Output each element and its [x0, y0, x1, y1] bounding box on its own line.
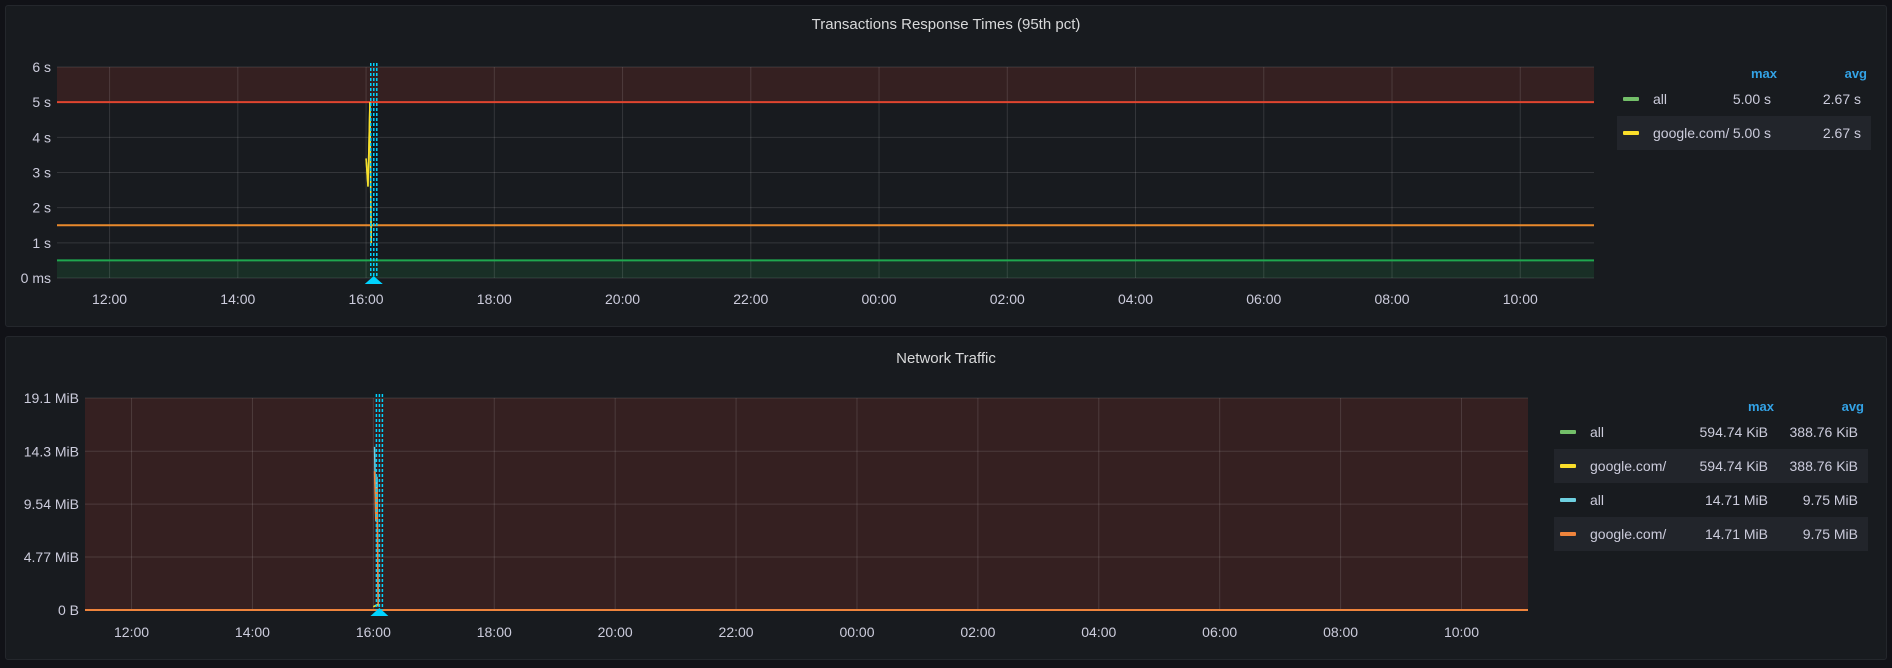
legend-max-value: 14.71 MiB: [1704, 526, 1768, 542]
legend-max-value: 5.00 s: [1732, 125, 1771, 141]
threshold-region: [57, 260, 1594, 278]
y-tick-label: 4.77 MiB: [24, 549, 79, 565]
series-color-swatch[interactable]: [1560, 532, 1576, 536]
x-tick-label: 18:00: [477, 291, 512, 307]
legend-avg-value: 2.67 s: [1822, 125, 1861, 141]
legend-series-name[interactable]: google.com/: [1590, 517, 1666, 551]
response-times-chart[interactable]: 0 ms 1 s 2 s 3 s 4 s 5 s 6 s 12:00 14:00 16:00 18:…: [6, 6, 1886, 326]
y-tick-label: 5 s: [32, 94, 51, 110]
legend-series-name[interactable]: all: [1590, 415, 1604, 449]
panel-network-traffic: Network Traffic 0 B 4.77 MiB 9.54 MiB 14.3 …: [5, 336, 1887, 660]
y-tick-label: 6 s: [32, 59, 51, 75]
x-tick-label: 16:00: [349, 291, 384, 307]
legend-avg-value: 9.75 MiB: [1802, 526, 1858, 542]
x-tick-label: 08:00: [1323, 624, 1358, 640]
y-tick-label: 9.54 MiB: [24, 496, 79, 512]
x-tick-label: 00:00: [839, 624, 874, 640]
y-tick-label: 3 s: [32, 165, 51, 181]
legend-item[interactable]: all 14.71 MiB 9.75 MiB: [1554, 483, 1868, 517]
y-tick-label: 0 B: [58, 602, 79, 618]
y-tick-label: 1 s: [32, 235, 51, 251]
series-color-swatch[interactable]: [1623, 131, 1639, 135]
panel-response-times: Transactions Response Times (95th pct) 0…: [5, 5, 1887, 327]
x-tick-label: 10:00: [1444, 624, 1479, 640]
x-tick-label: 10:00: [1503, 291, 1538, 307]
legend-avg-value: 9.75 MiB: [1802, 492, 1858, 508]
legend-header-max[interactable]: max: [1751, 66, 1777, 81]
x-tick-label: 02:00: [960, 624, 995, 640]
x-tick-label: 20:00: [605, 291, 640, 307]
y-tick-label: 2 s: [32, 200, 51, 216]
legend-avg-value: 388.76 KiB: [1789, 458, 1859, 474]
legend-item[interactable]: all 5.00 s 2.67 s: [1617, 82, 1871, 116]
x-tick-label: 20:00: [598, 624, 633, 640]
threshold-region: [57, 67, 1594, 103]
legend-header-avg[interactable]: avg: [1845, 66, 1867, 81]
x-tick-label: 14:00: [235, 624, 270, 640]
legend-max-value: 594.74 KiB: [1699, 424, 1769, 440]
legend-series-name[interactable]: google.com/: [1653, 116, 1729, 150]
legend-header-avg[interactable]: avg: [1842, 399, 1864, 414]
legend-avg-value: 388.76 KiB: [1789, 424, 1859, 440]
series-color-swatch[interactable]: [1560, 498, 1576, 502]
legend-item[interactable]: google.com/14.71 MiB 9.75 MiB: [1554, 517, 1868, 551]
x-tick-label: 00:00: [862, 291, 897, 307]
x-tick-label: 12:00: [92, 291, 127, 307]
series-color-swatch[interactable]: [1623, 97, 1639, 101]
x-tick-label: 12:00: [114, 624, 149, 640]
legend-avg-value: 2.67 s: [1822, 91, 1861, 107]
series-color-swatch[interactable]: [1560, 430, 1576, 434]
y-tick-label: 14.3 MiB: [24, 443, 79, 459]
x-tick-label: 14:00: [220, 291, 255, 307]
legend-max-value: 594.74 KiB: [1699, 458, 1769, 474]
x-tick-label: 22:00: [719, 624, 754, 640]
legend-max-value: 5.00 s: [1732, 91, 1771, 107]
legend-header-max[interactable]: max: [1748, 399, 1774, 414]
x-tick-label: 02:00: [990, 291, 1025, 307]
series-color-swatch[interactable]: [1560, 464, 1576, 468]
y-tick-label: 19.1 MiB: [24, 390, 79, 406]
y-tick-label: 0 ms: [21, 270, 51, 286]
x-tick-label: 04:00: [1118, 291, 1153, 307]
legend-series-name[interactable]: all: [1653, 82, 1667, 116]
legend-item[interactable]: all 594.74 KiB 388.76 KiB: [1554, 415, 1868, 449]
legend-series-name[interactable]: all: [1590, 483, 1604, 517]
x-tick-label: 18:00: [477, 624, 512, 640]
x-tick-label: 16:00: [356, 624, 391, 640]
x-tick-label: 06:00: [1246, 291, 1281, 307]
x-tick-label: 22:00: [733, 291, 768, 307]
legend-item[interactable]: google.com/5.00 s 2.67 s: [1617, 116, 1871, 150]
legend-item[interactable]: google.com/594.74 KiB 388.76 KiB: [1554, 449, 1868, 483]
y-tick-label: 4 s: [32, 129, 51, 145]
x-tick-label: 06:00: [1202, 624, 1237, 640]
x-tick-label: 04:00: [1081, 624, 1116, 640]
x-tick-label: 08:00: [1374, 291, 1409, 307]
legend-series-name[interactable]: google.com/: [1590, 449, 1666, 483]
legend-max-value: 14.71 MiB: [1704, 492, 1768, 508]
